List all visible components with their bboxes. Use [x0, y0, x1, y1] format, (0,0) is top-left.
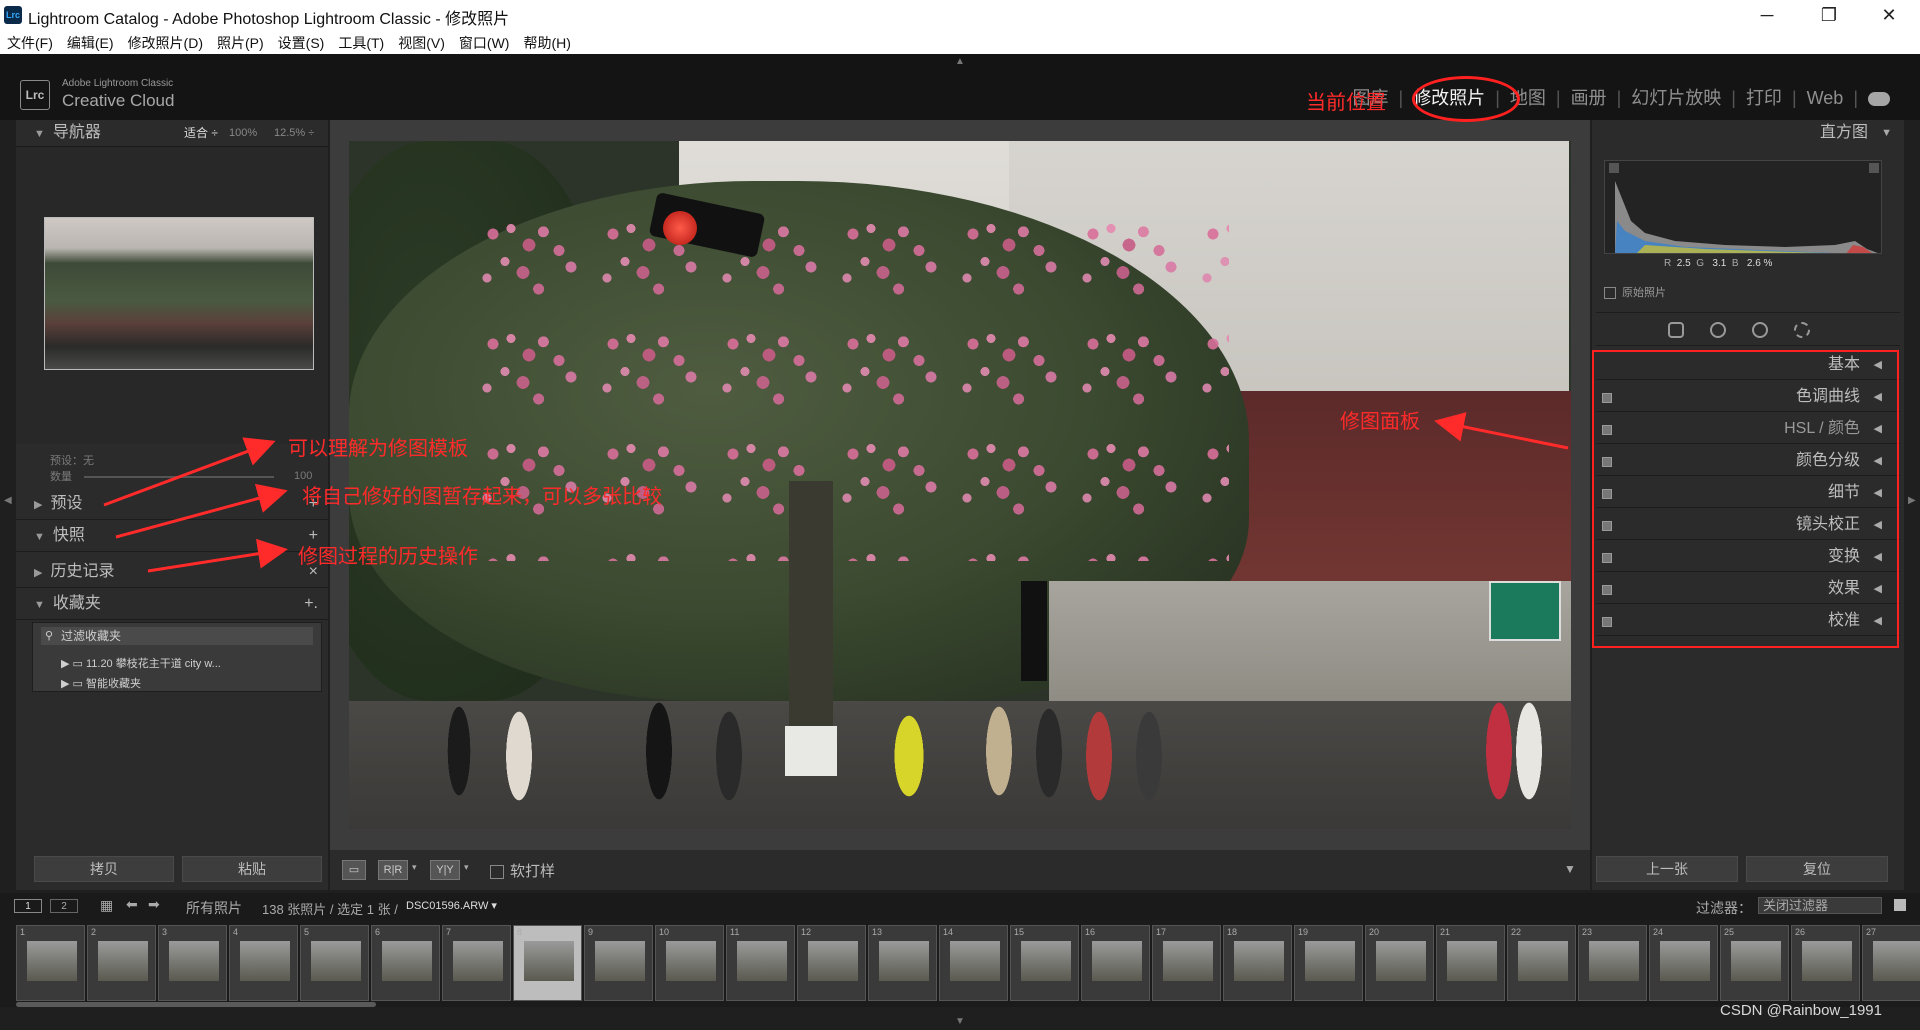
annotation-arrows [103, 412, 1569, 573]
watermark: CSDN @Rainbow_1991 [1720, 1002, 1882, 1019]
